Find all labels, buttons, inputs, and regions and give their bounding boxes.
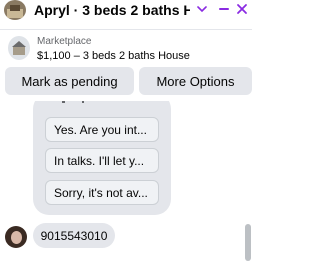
- suggested-reply[interactable]: In talks. I'll let y...: [45, 148, 159, 173]
- close-icon[interactable]: [236, 3, 248, 15]
- house-thumbnail: [8, 36, 30, 60]
- listing-detail: $1,100 – 3 beds 2 baths House: [37, 50, 190, 62]
- suggested-reply[interactable]: Sorry, it's not av...: [45, 180, 159, 205]
- marketplace-listing[interactable]: Marketplace $1,100 – 3 beds 2 baths Hous…: [0, 30, 252, 66]
- listing-avatar[interactable]: [4, 0, 26, 20]
- scrollbar-thumb[interactable]: [245, 224, 251, 261]
- message-thread[interactable]: Yes. Are you int... In talks. I'll let y…: [0, 101, 252, 261]
- suggested-reply[interactable]: Yes. Are you int...: [45, 117, 159, 142]
- conversation-title[interactable]: Apryl · 3 beds 2 baths Hou...: [34, 2, 190, 18]
- message-bubble[interactable]: 9015543010: [33, 223, 115, 248]
- truncated-text-glyph: [62, 101, 84, 103]
- more-options-button[interactable]: More Options: [139, 67, 252, 95]
- minimize-icon[interactable]: [219, 8, 229, 10]
- chat-header: Apryl · 3 beds 2 baths Hou...: [0, 0, 252, 22]
- listing-label: Marketplace: [37, 36, 92, 47]
- mark-as-pending-button[interactable]: Mark as pending: [5, 67, 134, 95]
- sender-avatar[interactable]: [5, 226, 27, 248]
- chevron-down-icon[interactable]: [197, 4, 207, 14]
